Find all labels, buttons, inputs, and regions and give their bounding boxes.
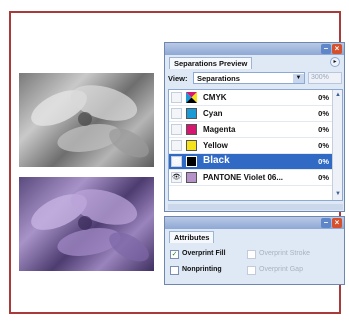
eye-toggle[interactable]: [171, 92, 182, 103]
separation-percent: 0%: [318, 157, 329, 166]
nonprinting-checkbox[interactable]: [170, 266, 179, 275]
cyan-swatch-icon: [186, 108, 197, 119]
tab-separations-preview[interactable]: Separations Preview: [169, 57, 253, 69]
separation-name: Black: [203, 155, 230, 166]
pantone-violet-swatch-icon: [186, 172, 197, 183]
separation-percent: 0%: [318, 173, 329, 182]
yellow-swatch-icon: [186, 140, 197, 151]
view-select[interactable]: Separations ▼: [193, 72, 305, 84]
panel-titlebar[interactable]: – ×: [165, 43, 344, 55]
zoom-value: 300%: [311, 74, 329, 81]
attributes-row-1: ✓ Overprint Fill Overprint Stroke: [168, 249, 343, 261]
eye-icon[interactable]: 👁: [171, 156, 182, 167]
overprint-fill-checkbox[interactable]: ✓: [170, 250, 179, 259]
panel-menu-icon[interactable]: ▸: [330, 57, 340, 67]
black-swatch-icon: [186, 156, 197, 167]
grayscale-flower-image: [19, 73, 154, 167]
overprint-fill-label: Overprint Fill: [182, 250, 226, 257]
panel-titlebar[interactable]: – ×: [165, 217, 344, 229]
separations-list: CMYK 0% Cyan 0% Magenta 0% Yellow 0% 👁 B…: [168, 89, 343, 201]
cmyk-swatch-icon: [186, 92, 197, 103]
list-item-cyan[interactable]: Cyan 0%: [169, 106, 333, 122]
eye-toggle[interactable]: [171, 124, 182, 135]
close-icon[interactable]: ×: [332, 44, 342, 54]
separation-percent: 0%: [318, 141, 329, 150]
zoom-field: 300%: [308, 72, 342, 84]
separation-name: PANTONE Violet 06...: [203, 173, 284, 182]
separation-percent: 0%: [318, 109, 329, 118]
list-item-yellow[interactable]: Yellow 0%: [169, 138, 333, 154]
eye-toggle[interactable]: [171, 108, 182, 119]
overprint-stroke-checkbox[interactable]: [247, 250, 256, 259]
scroll-down-icon[interactable]: ▼: [334, 190, 342, 199]
separation-name: CMYK: [203, 93, 227, 102]
magenta-swatch-icon: [186, 124, 197, 135]
attributes-row-2: Nonprinting Overprint Gap: [168, 265, 343, 277]
separation-name: Magenta: [203, 125, 236, 134]
view-select-value: Separations: [197, 74, 240, 83]
scroll-up-icon[interactable]: ▲: [334, 91, 342, 100]
list-item-pantone-violet[interactable]: 👁 PANTONE Violet 06... 0%: [169, 170, 333, 186]
list-item-black[interactable]: 👁 Black 0%: [169, 154, 333, 170]
minimize-icon[interactable]: –: [321, 218, 331, 228]
eye-icon[interactable]: 👁: [171, 172, 182, 183]
tab-attributes[interactable]: Attributes: [169, 231, 215, 243]
overprint-gap-checkbox[interactable]: [247, 266, 256, 275]
separation-percent: 0%: [318, 125, 329, 134]
view-row: View: Separations ▼ 300%: [168, 72, 343, 85]
chevron-down-icon[interactable]: ▼: [293, 74, 304, 83]
close-icon[interactable]: ×: [332, 218, 342, 228]
list-item-cmyk[interactable]: CMYK 0%: [169, 90, 333, 106]
attributes-panel: – × Attributes ✓ Overprint Fill Overprin…: [164, 216, 345, 285]
separation-name: Cyan: [203, 109, 223, 118]
overprint-gap-label: Overprint Gap: [259, 266, 303, 273]
minimize-icon[interactable]: –: [321, 44, 331, 54]
list-scrollbar[interactable]: ▲ ▼: [332, 90, 342, 200]
panel-footer: [168, 204, 343, 210]
violet-flower-image: [19, 177, 154, 271]
list-item-magenta[interactable]: Magenta 0%: [169, 122, 333, 138]
overprint-stroke-label: Overprint Stroke: [259, 250, 310, 257]
view-label: View:: [168, 74, 188, 83]
eye-toggle[interactable]: [171, 140, 182, 151]
separation-name: Yellow: [203, 141, 228, 150]
separations-preview-panel: – × Separations Preview ▸ View: Separati…: [164, 42, 345, 212]
nonprinting-label: Nonprinting: [182, 266, 222, 273]
separation-percent: 0%: [318, 93, 329, 102]
